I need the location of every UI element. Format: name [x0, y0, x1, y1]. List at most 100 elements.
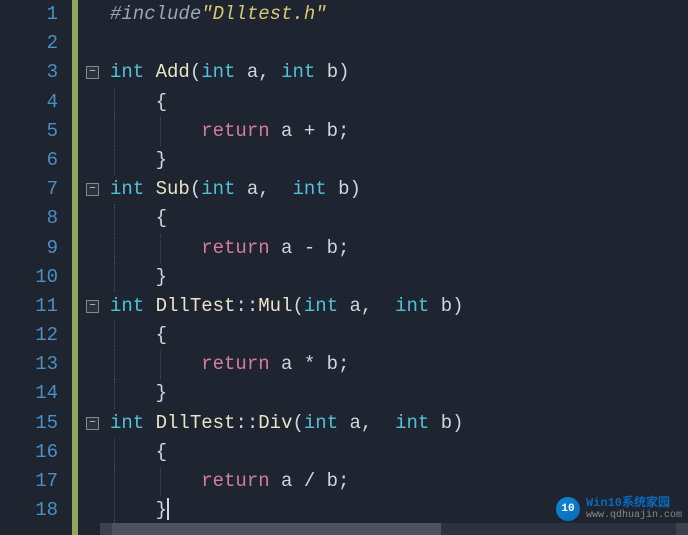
code-token: Add: [156, 61, 190, 83]
code-token: Mul: [258, 295, 292, 317]
code-line[interactable]: int Add(int a, int b): [110, 58, 688, 87]
code-line[interactable]: {: [110, 88, 688, 117]
code-line[interactable]: int DllTest::Div(int a, int b): [110, 409, 688, 438]
code-token: a / b;: [270, 470, 350, 492]
code-token: int: [110, 295, 144, 317]
line-number: 4: [0, 88, 72, 117]
code-token: a,: [235, 178, 292, 200]
code-token: b): [315, 61, 349, 83]
text-cursor: [167, 498, 169, 520]
scroll-right-button[interactable]: [676, 523, 688, 535]
code-token: {: [156, 324, 167, 346]
code-token: {: [156, 441, 167, 463]
code-token: [144, 412, 155, 434]
line-number: 12: [0, 321, 72, 350]
code-line[interactable]: }: [110, 146, 688, 175]
code-token: }: [156, 266, 167, 288]
code-token: ::: [235, 412, 258, 434]
code-token: {: [156, 207, 167, 229]
code-token: DllTest: [156, 412, 236, 434]
line-number: 9: [0, 234, 72, 263]
code-token: "Dlltest.h": [201, 3, 326, 25]
code-token: int: [281, 61, 315, 83]
code-line[interactable]: #include"Dlltest.h": [110, 0, 688, 29]
fold-minus-icon[interactable]: −: [86, 300, 99, 313]
code-token: a + b;: [270, 120, 350, 142]
code-line[interactable]: return a + b;: [110, 117, 688, 146]
scroll-left-button[interactable]: [100, 523, 112, 535]
line-number: 17: [0, 467, 72, 496]
code-line[interactable]: {: [110, 204, 688, 233]
code-token: a,: [338, 412, 395, 434]
code-token: return: [201, 353, 269, 375]
code-line[interactable]: return a * b;: [110, 350, 688, 379]
code-token: int: [201, 178, 235, 200]
code-line[interactable]: }: [110, 263, 688, 292]
code-token: b): [327, 178, 361, 200]
code-token: a - b;: [270, 237, 350, 259]
line-number: 6: [0, 146, 72, 175]
code-token: a * b;: [270, 353, 350, 375]
code-token: int: [201, 61, 235, 83]
line-number: 15: [0, 409, 72, 438]
code-token: a,: [235, 61, 281, 83]
code-token: Sub: [156, 178, 190, 200]
code-line[interactable]: int DllTest::Mul(int a, int b): [110, 292, 688, 321]
code-token: int: [395, 295, 429, 317]
fold-minus-icon[interactable]: −: [86, 66, 99, 79]
code-token: return: [201, 237, 269, 259]
line-number: 1: [0, 0, 72, 29]
code-token: return: [201, 120, 269, 142]
code-token: DllTest: [156, 295, 236, 317]
line-number: 10: [0, 263, 72, 292]
code-token: return: [201, 470, 269, 492]
fold-minus-icon[interactable]: −: [86, 417, 99, 430]
code-token: ::: [235, 295, 258, 317]
code-token: }: [156, 382, 167, 404]
code-area[interactable]: #include"Dlltest.h"int Add(int a, int b)…: [106, 0, 688, 535]
scrollbar-thumb[interactable]: [112, 523, 441, 535]
code-token: b): [429, 295, 463, 317]
code-line[interactable]: [110, 29, 688, 58]
code-token: int: [110, 178, 144, 200]
code-token: a,: [338, 295, 395, 317]
code-line[interactable]: return a / b;: [110, 467, 688, 496]
code-token: Div: [258, 412, 292, 434]
code-line[interactable]: {: [110, 321, 688, 350]
fold-column: − − − −: [78, 0, 106, 535]
line-number: 11: [0, 292, 72, 321]
code-token: int: [292, 178, 326, 200]
code-token: int: [110, 412, 144, 434]
code-line[interactable]: }: [110, 379, 688, 408]
line-number: 7: [0, 175, 72, 204]
code-token: {: [156, 91, 167, 113]
line-number: 2: [0, 29, 72, 58]
code-token: int: [304, 412, 338, 434]
line-number: 14: [0, 379, 72, 408]
code-line[interactable]: {: [110, 438, 688, 467]
code-token: [144, 295, 155, 317]
fold-minus-icon[interactable]: −: [86, 183, 99, 196]
code-token: [144, 61, 155, 83]
code-line[interactable]: return a - b;: [110, 234, 688, 263]
code-token: (: [190, 178, 201, 200]
line-number: 16: [0, 438, 72, 467]
code-line[interactable]: int Sub(int a, int b): [110, 175, 688, 204]
code-token: (: [190, 61, 201, 83]
code-token: (: [292, 295, 303, 317]
code-token: }: [156, 149, 167, 171]
code-editor[interactable]: 123456789101112131415161718 −−−− #includ…: [0, 0, 688, 535]
line-number: 8: [0, 204, 72, 233]
code-token: (: [292, 412, 303, 434]
line-number: 13: [0, 350, 72, 379]
code-token: int: [110, 61, 144, 83]
line-number: 3: [0, 58, 72, 87]
line-number: 18: [0, 496, 72, 525]
code-token: int: [395, 412, 429, 434]
horizontal-scrollbar[interactable]: [100, 523, 688, 535]
code-token: }: [156, 499, 167, 521]
code-line[interactable]: }: [110, 496, 688, 525]
line-number: 5: [0, 117, 72, 146]
code-token: #include: [110, 3, 201, 25]
code-token: [144, 178, 155, 200]
